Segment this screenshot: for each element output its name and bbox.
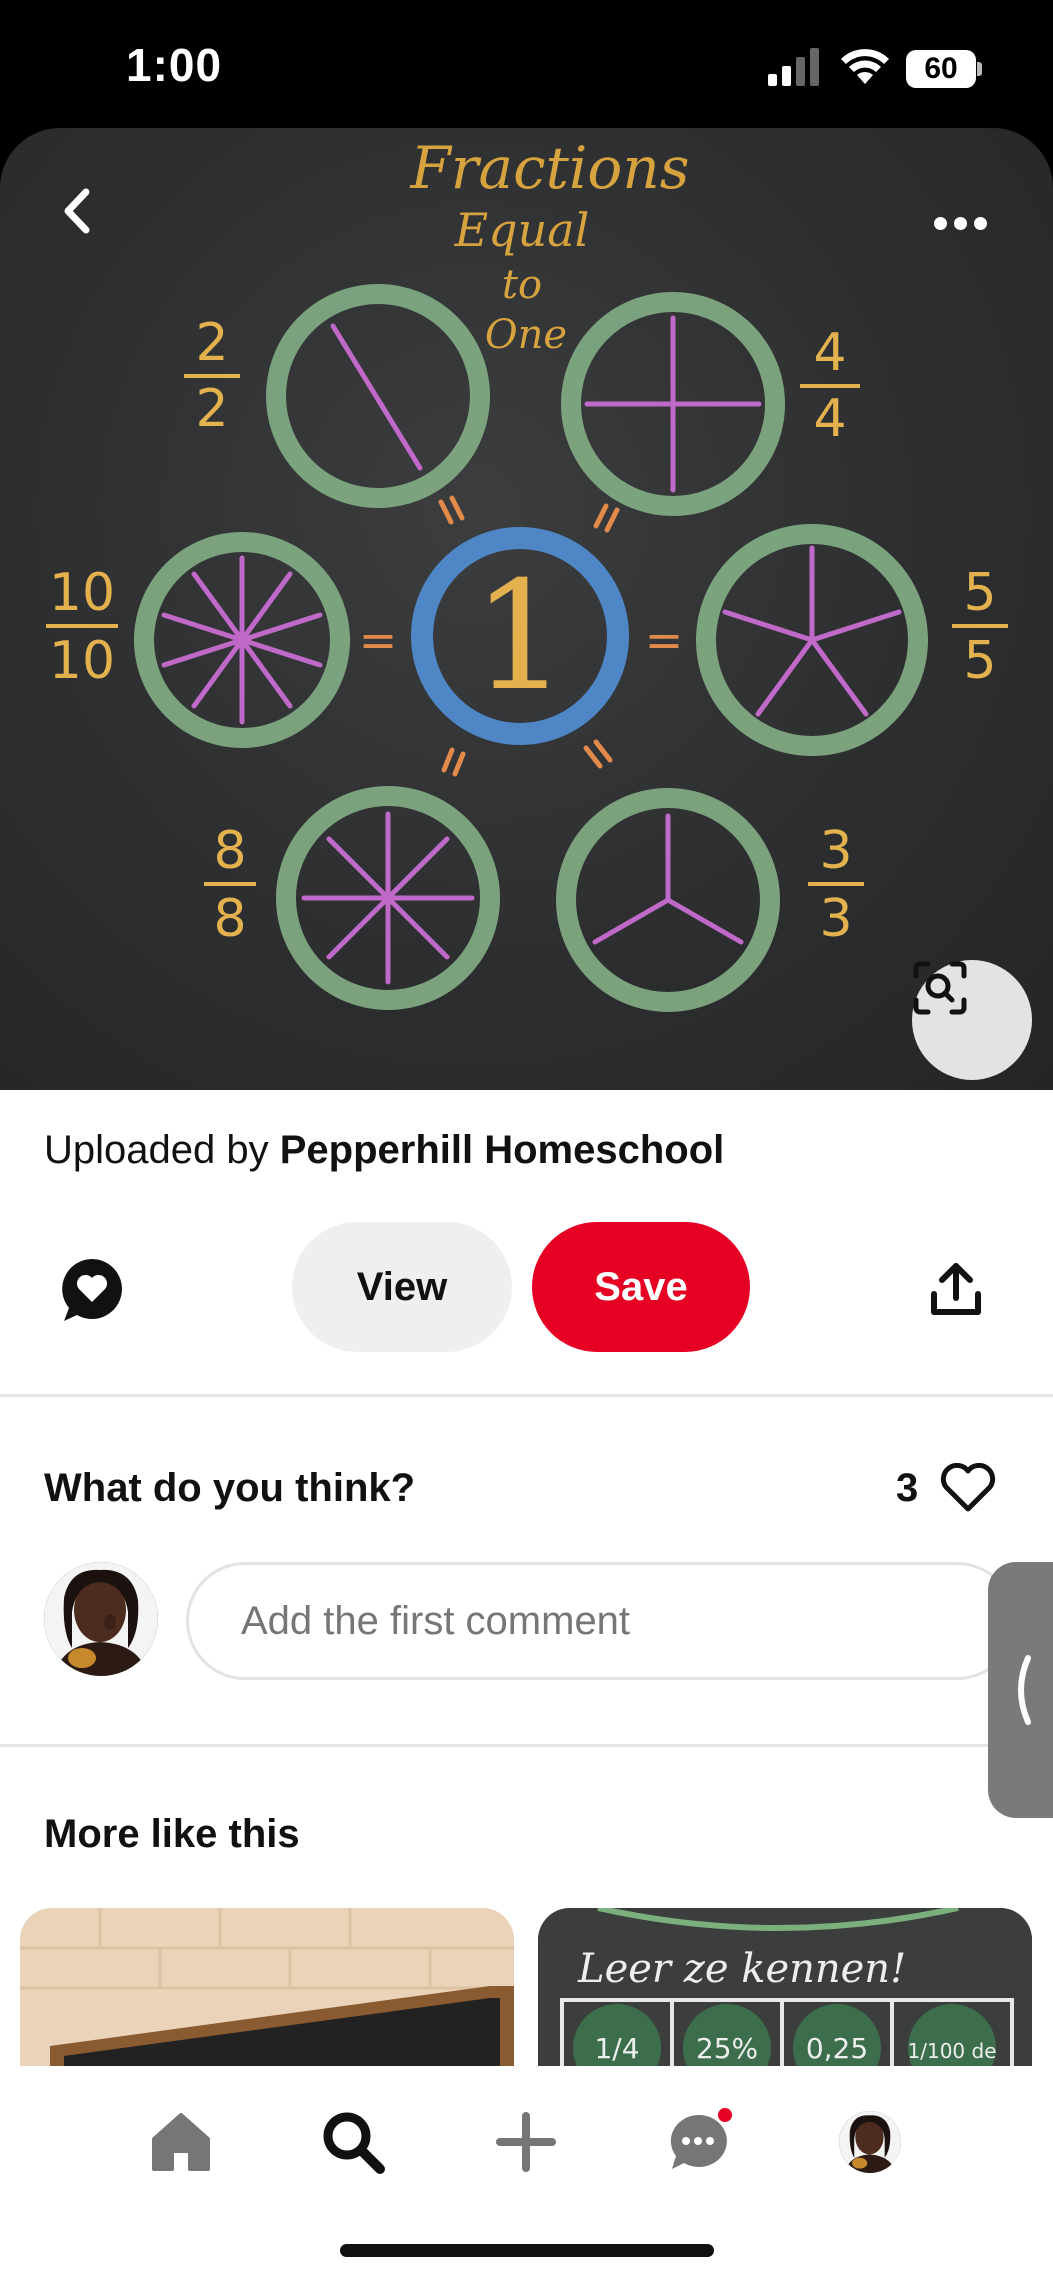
visual-search-button[interactable] <box>912 960 1032 1080</box>
board-title-4: One <box>485 312 567 358</box>
uploaded-by: Uploaded by Pepperhill Homeschool <box>44 1128 724 1173</box>
fraction-2-2-num: 2 <box>195 313 228 373</box>
action-row: View Save <box>0 1222 1053 1352</box>
nav-create[interactable] <box>486 2102 566 2182</box>
board-title-2: Equal <box>454 203 590 257</box>
side-panel-handle[interactable] <box>988 1562 1053 1818</box>
nav-profile[interactable] <box>830 2102 910 2182</box>
fraction-3-3-den: 3 <box>819 889 852 949</box>
fraction-8-8-num: 8 <box>213 821 246 881</box>
related-pin-image <box>20 1908 514 2068</box>
fraction-4-4-den: 4 <box>813 389 846 449</box>
avatar-photo <box>44 1562 158 1676</box>
nav-home[interactable] <box>141 2102 221 2182</box>
heart-icon[interactable] <box>940 1463 996 1513</box>
board-title-1: Fractions <box>410 134 690 202</box>
related-pin-card[interactable] <box>20 1908 514 2068</box>
create-plus-icon <box>496 2112 556 2172</box>
status-time: 1:00 <box>126 39 223 91</box>
nav-messages[interactable] <box>658 2102 738 2182</box>
chalkboard-drawing: Fractions Equal to One 1 = = 2 2 4 4 10 … <box>46 134 1008 1012</box>
related-pin-cell: 25% <box>696 2032 758 2065</box>
home-icon <box>152 2113 210 2171</box>
chevron-left-icon <box>1017 1655 1031 1725</box>
reactions[interactable]: 3 <box>896 1460 996 1516</box>
related-pin-text: Leer ze kennen! <box>577 1946 906 1992</box>
status-bar: 1:00 60 <box>0 0 1053 130</box>
comments-title: What do you think? <box>44 1466 416 1510</box>
back-button[interactable] <box>60 186 120 256</box>
pin-image-container: Fractions Equal to One 1 = = 2 2 4 4 10 … <box>0 128 1053 1090</box>
search-icon <box>323 2112 385 2174</box>
related-pin-cell: 1/100 de <box>908 2039 997 2063</box>
uploader-name[interactable]: Pepperhill Homeschool <box>280 1128 725 1172</box>
battery-icon: 60 <box>906 50 982 88</box>
equals-sign-right: = <box>645 613 684 667</box>
fraction-5-5-den: 5 <box>963 631 996 691</box>
more-like-this-title: More like this <box>44 1812 300 1856</box>
section-divider <box>0 1744 1053 1747</box>
reaction-count: 3 <box>896 1465 919 1510</box>
back-chevron-icon <box>64 188 90 234</box>
related-pin-image: Leer ze kennen! 1/4 25% 0,25 1/100 de <box>538 1908 1032 2068</box>
visual-search-icon <box>913 961 967 1015</box>
profile-avatar <box>839 2111 901 2173</box>
comment-button[interactable] <box>52 1250 132 1330</box>
view-button[interactable]: View <box>292 1222 512 1352</box>
share-icon <box>931 1263 981 1315</box>
fraction-10-10-num: 10 <box>49 563 115 623</box>
more-options-button[interactable] <box>920 198 1000 248</box>
save-button[interactable]: Save <box>532 1222 750 1352</box>
share-button[interactable] <box>916 1250 996 1330</box>
fraction-4-4-num: 4 <box>813 323 846 383</box>
related-pin-cell: 0,25 <box>806 2032 868 2065</box>
fraction-2-2-den: 2 <box>195 379 228 439</box>
board-center-number: 1 <box>472 550 567 724</box>
fraction-8-8-den: 8 <box>213 889 246 949</box>
fraction-5-5-num: 5 <box>963 563 996 623</box>
pin-image[interactable]: Fractions Equal to One 1 = = 2 2 4 4 10 … <box>0 128 1053 1090</box>
comment-input[interactable]: Add the first comment <box>186 1562 1016 1680</box>
comment-heart-icon <box>62 1259 122 1321</box>
board-title-3: to <box>502 262 542 308</box>
battery-level: 60 <box>924 52 958 85</box>
fraction-10-10-den: 10 <box>49 631 115 691</box>
bottom-navigation <box>0 2066 1053 2279</box>
more-options-icon <box>933 216 947 230</box>
related-pin-card[interactable]: Leer ze kennen! 1/4 25% 0,25 1/100 de <box>538 1908 1032 2068</box>
signal-icon <box>768 48 819 86</box>
section-divider <box>0 1394 1053 1397</box>
related-pin-cell: 1/4 <box>594 2032 639 2065</box>
uploaded-by-prefix: Uploaded by <box>44 1128 280 1172</box>
equals-sign-left: = <box>359 613 398 667</box>
fraction-3-3-num: 3 <box>819 821 852 881</box>
user-avatar[interactable] <box>44 1562 158 1676</box>
home-indicator <box>340 2244 714 2257</box>
nav-search[interactable] <box>313 2102 393 2182</box>
wifi-icon <box>841 49 889 84</box>
notification-dot <box>716 2106 734 2124</box>
